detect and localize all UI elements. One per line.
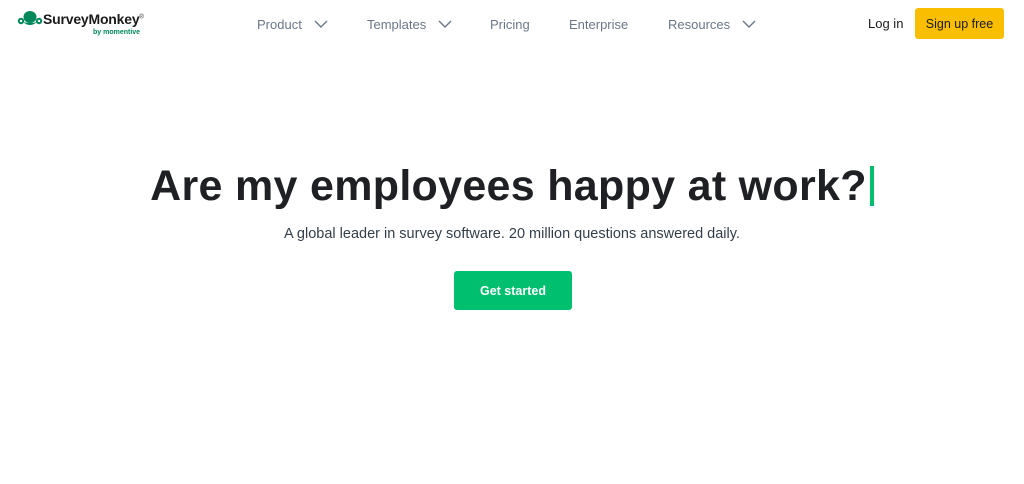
nav-item-templates[interactable]: Templates [367,15,452,33]
logo-tagline: by momentive [93,29,141,36]
nav-item-enterprise[interactable]: Enterprise [569,15,628,33]
surveymonkey-logo[interactable]: SurveyMonkey® by momentive [17,8,157,40]
chevron-down-icon [742,20,756,28]
chevron-down-icon [314,20,328,28]
get-started-button[interactable]: Get started [454,271,572,310]
nav-item-label: Product [257,16,302,32]
page: SurveyMonkey® by momentive Product Templ… [0,0,1024,484]
nav-item-label: Enterprise [569,16,629,32]
nav-item-label: Resources [668,16,731,32]
logo-wordmark: SurveyMonkey® [43,11,144,27]
hero-subtitle: A global leader in survey software. 20 m… [284,226,740,242]
login-link[interactable]: Log in [868,16,903,31]
nav-item-pricing[interactable]: Pricing [490,15,530,33]
hero-title: Are my employees happy at work? [0,162,1024,211]
signup-button[interactable]: Sign up free [915,8,1004,39]
typing-cursor [869,166,874,206]
top-nav-bar: SurveyMonkey® by momentive Product Templ… [0,0,1024,48]
chevron-down-icon [438,20,452,28]
nav-item-label: Templates [367,16,427,32]
nav-item-product[interactable]: Product [257,15,328,33]
nav-item-label: Pricing [490,16,530,32]
registered-mark: ® [139,14,144,21]
hero-title-text: Are my employees happy at work? [150,162,867,210]
nav-item-resources[interactable]: Resources [668,15,756,33]
monkey-logo-icon [17,11,43,25]
